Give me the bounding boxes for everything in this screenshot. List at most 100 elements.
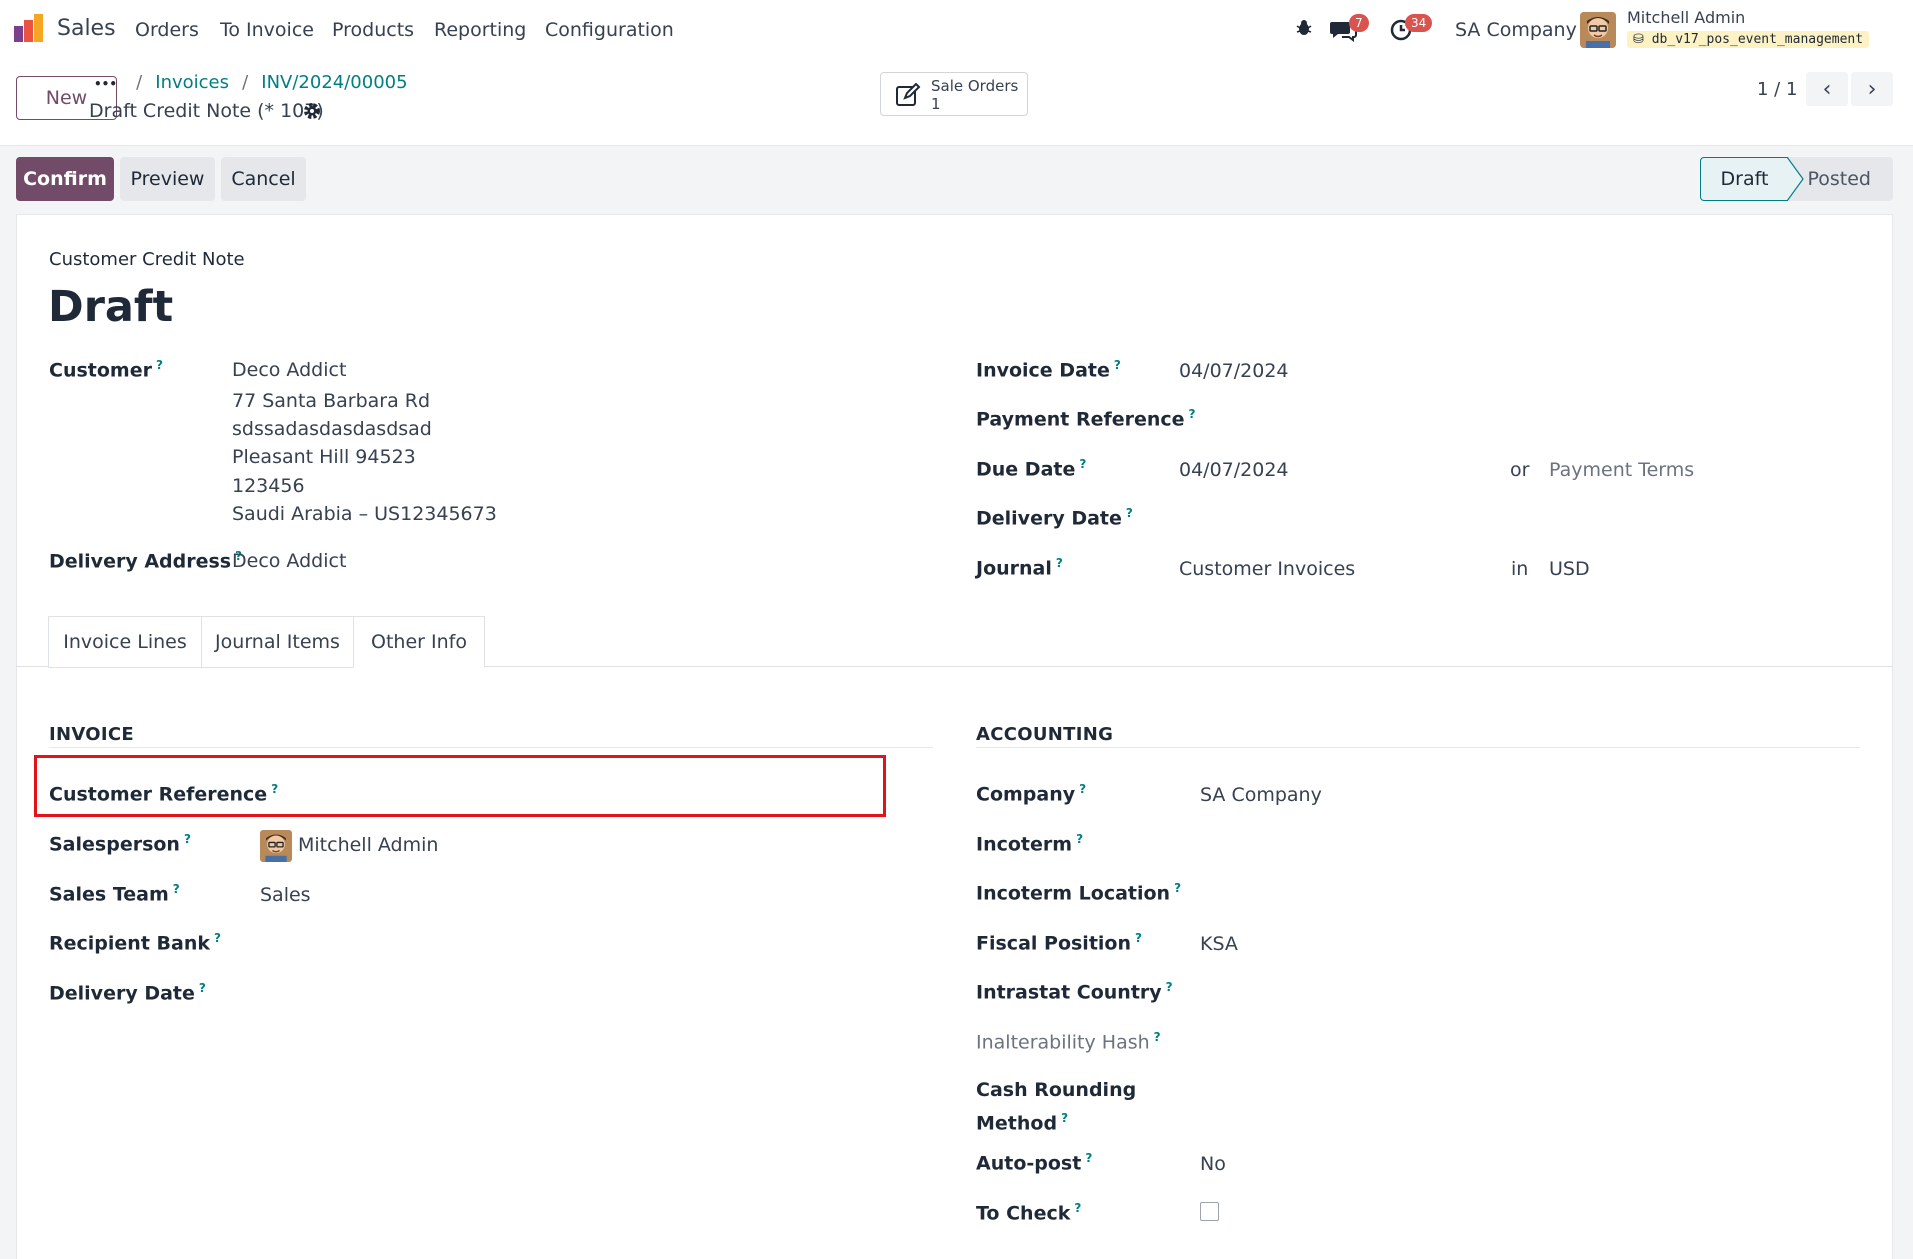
breadcrumb: ••• / Invoices / INV/2024/00005 (94, 72, 408, 93)
salesperson-avatar (260, 830, 292, 862)
sale-orders-smart-button[interactable]: Sale Orders 1 (880, 72, 1028, 116)
menu-orders[interactable]: Orders (135, 19, 199, 41)
cash-rounding-label: Cash Rounding Method? (976, 1079, 1137, 1135)
incoterm-label: Incoterm? (976, 832, 1084, 856)
salesperson-label: Salesperson? (49, 832, 191, 856)
confirm-button[interactable]: Confirm (16, 157, 114, 201)
breadcrumb-invoices[interactable]: Invoices (155, 72, 229, 93)
menu-reporting[interactable]: Reporting (434, 19, 526, 41)
help-icon[interactable]: ? (1166, 980, 1173, 994)
help-icon[interactable]: ? (156, 358, 163, 372)
invoice-date-value[interactable]: 04/07/2024 (1179, 360, 1289, 382)
intrastat-country-label: Intrastat Country? (976, 980, 1173, 1004)
database-name: db_v17_pos_event_management (1651, 32, 1864, 47)
help-icon[interactable]: ? (1189, 407, 1196, 421)
status-arrow (1787, 157, 1804, 201)
accounting-section-title: ACCOUNTING (976, 724, 1114, 745)
tab-other-info[interactable]: Other Info (353, 616, 485, 668)
other-delivery-date-label: Delivery Date? (49, 981, 206, 1005)
or-text: or (1510, 459, 1530, 481)
help-icon[interactable]: ? (173, 882, 180, 896)
customer-name[interactable]: Deco Addict (232, 359, 346, 381)
help-icon[interactable]: ? (1174, 881, 1181, 895)
status-bar: Posted Draft (1700, 157, 1893, 201)
company-label: Company? (976, 782, 1087, 806)
document-type: Customer Credit Note (49, 249, 245, 270)
customer-address-line: 77 Santa Barbara Rd (232, 390, 431, 412)
delivery-address-value[interactable]: Deco Addict (232, 550, 346, 572)
gear-icon[interactable] (302, 101, 322, 121)
preview-button[interactable]: Preview (120, 157, 215, 201)
pager-value[interactable]: 1 / 1 (1757, 79, 1797, 100)
database-badge: ⛁ db_v17_pos_event_management (1627, 28, 1870, 48)
customer-reference-input[interactable] (258, 778, 858, 808)
smart-button-label: Sale Orders (931, 77, 1019, 95)
recipient-bank-label: Recipient Bank? (49, 931, 221, 955)
tab-invoice-lines[interactable]: Invoice Lines (48, 616, 202, 668)
help-icon[interactable]: ? (1126, 506, 1133, 520)
company-switcher[interactable]: SA Company (1455, 19, 1577, 41)
to-check-label: To Check? (976, 1201, 1082, 1225)
top-navbar: Sales Orders To Invoice Products Reporti… (0, 0, 1913, 60)
activities-badge: 34 (1405, 14, 1433, 32)
payment-terms-input[interactable]: Payment Terms (1549, 459, 1694, 481)
auto-post-value[interactable]: No (1200, 1153, 1226, 1175)
help-icon[interactable]: ? (1085, 1151, 1092, 1165)
sales-team-label: Sales Team? (49, 882, 180, 906)
pager-previous-button[interactable]: ‹ (1806, 72, 1848, 106)
odoo-app-logo-icon[interactable] (14, 14, 44, 44)
help-icon[interactable]: ? (184, 832, 191, 846)
payment-reference-label: Payment Reference? (976, 407, 1196, 431)
to-check-checkbox[interactable] (1200, 1202, 1219, 1221)
help-icon[interactable]: ? (1074, 1201, 1081, 1215)
breadcrumb-invoice-number[interactable]: INV/2024/00005 (261, 72, 407, 93)
sales-team-value[interactable]: Sales (260, 884, 311, 906)
menu-configuration[interactable]: Configuration (545, 19, 674, 41)
help-icon[interactable]: ? (1056, 556, 1063, 570)
chevron-left-icon: ‹ (1822, 76, 1832, 102)
inalterability-hash-label: Inalterability Hash? (976, 1030, 1161, 1054)
menu-to-invoice[interactable]: To Invoice (220, 19, 314, 41)
due-date-label: Due Date? (976, 457, 1087, 481)
pager-next-button[interactable]: › (1851, 72, 1893, 106)
help-icon[interactable]: ? (1079, 457, 1086, 471)
database-icon: ⛁ (1633, 32, 1644, 47)
journal-value[interactable]: Customer Invoices (1179, 558, 1355, 580)
invoice-section-title: INVOICE (49, 724, 134, 745)
help-icon[interactable]: ? (214, 931, 221, 945)
document-title: Draft (48, 282, 174, 332)
help-icon[interactable]: ? (199, 981, 206, 995)
user-avatar[interactable] (1580, 12, 1616, 48)
bug-icon[interactable] (1294, 18, 1314, 38)
edit-icon (895, 82, 921, 107)
due-date-value[interactable]: 04/07/2024 (1179, 459, 1289, 481)
cancel-button[interactable]: Cancel (221, 157, 306, 201)
help-icon[interactable]: ? (1061, 1111, 1068, 1125)
menu-products[interactable]: Products (332, 19, 414, 41)
fiscal-position-value[interactable]: KSA (1200, 933, 1238, 955)
in-text: in (1511, 558, 1529, 580)
help-icon[interactable]: ? (1135, 931, 1142, 945)
app-name[interactable]: Sales (57, 16, 116, 41)
tab-journal-items[interactable]: Journal Items (201, 616, 354, 668)
help-icon[interactable]: ? (1114, 358, 1121, 372)
journal-label: Journal? (976, 556, 1063, 580)
status-draft[interactable]: Draft (1700, 157, 1788, 201)
breadcrumb-ellipsis[interactable]: ••• (94, 77, 117, 91)
salesperson-value[interactable]: Mitchell Admin (298, 834, 438, 856)
customer-address-line: 123456 (232, 475, 305, 497)
user-name[interactable]: Mitchell Admin (1627, 8, 1745, 27)
record-name: Draft Credit Note (* 107) (89, 100, 324, 122)
auto-post-label: Auto-post? (976, 1151, 1093, 1175)
delivery-date-label: Delivery Date? (976, 506, 1133, 530)
incoterm-location-label: Incoterm Location? (976, 881, 1182, 905)
help-icon[interactable]: ? (1079, 782, 1086, 796)
customer-address-line: Saudi Arabia – US12345673 (232, 503, 497, 525)
delivery-address-label: Delivery Address? (49, 549, 243, 573)
help-icon[interactable]: ? (1076, 832, 1083, 846)
company-value[interactable]: SA Company (1200, 784, 1322, 806)
messages-badge: 7 (1349, 14, 1369, 32)
help-icon[interactable]: ? (1154, 1030, 1161, 1044)
currency-value[interactable]: USD (1549, 558, 1590, 580)
chevron-right-icon: › (1867, 76, 1877, 102)
